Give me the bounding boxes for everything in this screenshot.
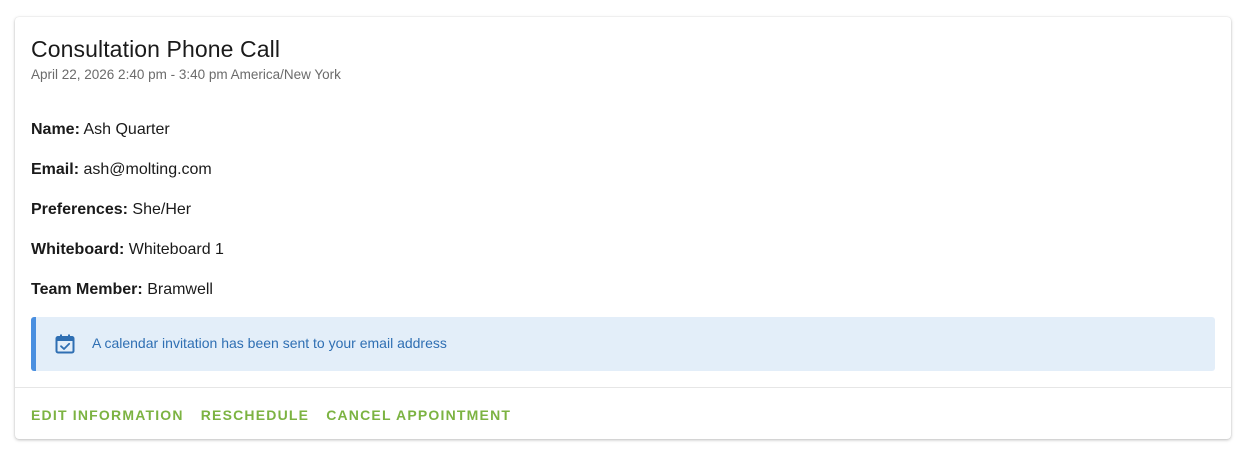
card-actions: EDIT INFORMATION RESCHEDULE CANCEL APPOI… [31, 407, 511, 423]
detail-value: ash@molting.com [83, 161, 212, 178]
detail-team-member: Team Member: Bramwell [31, 281, 213, 299]
detail-label: Whiteboard: [31, 241, 125, 258]
detail-value: She/Her [132, 201, 192, 218]
alert-message: A calendar invitation has been sent to y… [92, 335, 447, 351]
detail-label: Name: [31, 121, 80, 138]
appointment-title: Consultation Phone Call [31, 36, 281, 62]
detail-label: Team Member: [31, 281, 143, 298]
detail-value: Ash Quarter [83, 121, 170, 138]
reschedule-button[interactable]: RESCHEDULE [201, 407, 309, 423]
detail-preferences: Preferences: She/Her [31, 201, 191, 219]
appointment-card: Consultation Phone Call April 22, 2026 2… [15, 17, 1231, 439]
divider [15, 387, 1231, 388]
detail-label: Email: [31, 161, 80, 178]
cancel-appointment-button[interactable]: CANCEL APPOINTMENT [326, 407, 511, 423]
detail-label: Preferences: [31, 201, 128, 218]
edit-information-button[interactable]: EDIT INFORMATION [31, 407, 184, 423]
calendar-check-icon [54, 333, 76, 355]
detail-name: Name: Ash Quarter [31, 121, 170, 139]
detail-whiteboard: Whiteboard: Whiteboard 1 [31, 241, 224, 259]
detail-value: Whiteboard 1 [128, 241, 224, 258]
detail-email: Email: ash@molting.com [31, 161, 212, 179]
detail-value: Bramwell [147, 281, 213, 298]
appointment-datetime: April 22, 2026 2:40 pm - 3:40 pm America… [31, 67, 341, 82]
invitation-alert: A calendar invitation has been sent to y… [31, 317, 1215, 371]
